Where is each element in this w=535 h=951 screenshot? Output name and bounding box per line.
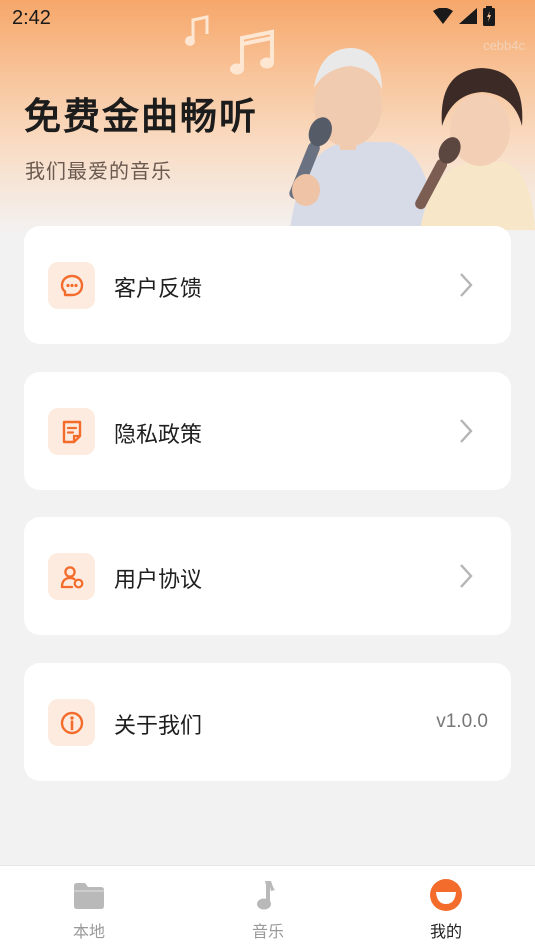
menu-item-privacy-policy[interactable]: 隐私政策 [24, 372, 511, 490]
status-bar: 2:42 [0, 0, 535, 36]
menu-item-label: 关于我们 [114, 714, 203, 739]
tab-local[interactable]: 本地 [29, 866, 149, 951]
hero-title: 免费金曲畅听 [24, 95, 258, 138]
tab-label: 本地 [72, 922, 105, 941]
user-settings-icon [48, 553, 95, 600]
chevron-right-icon [460, 419, 473, 443]
app-version: v1.0.0 [436, 711, 488, 732]
menu-item-feedback[interactable]: 客户反馈 [24, 226, 511, 344]
bottom-tab-bar: 本地 音乐 我的 [0, 865, 535, 951]
tab-music[interactable]: 音乐 [208, 866, 328, 951]
tab-label: 音乐 [251, 922, 284, 941]
chevron-right-icon [460, 564, 473, 588]
menu-item-about-us[interactable]: 关于我们 v1.0.0 [24, 663, 511, 781]
hero-banner: 2:42 cebb4c 免费金曲畅听 我们最爱的音乐 [0, 0, 535, 235]
battery-icon [483, 6, 495, 26]
folder-icon [74, 883, 104, 909]
wifi-icon [433, 8, 453, 24]
hero-subtitle: 我们最爱的音乐 [25, 159, 172, 183]
cellular-signal-icon [459, 8, 477, 24]
watermark-text: cebb4c [483, 38, 525, 53]
menu-item-label: 客户反馈 [114, 277, 203, 302]
chat-bubble-icon [48, 262, 95, 309]
tab-mine[interactable]: 我的 [386, 866, 506, 951]
status-icons [433, 6, 495, 26]
chevron-right-icon [460, 273, 473, 297]
menu-item-label: 用户协议 [114, 568, 203, 593]
document-icon [48, 408, 95, 455]
menu-item-label: 隐私政策 [114, 423, 203, 448]
tab-label: 我的 [429, 922, 462, 941]
info-icon [48, 699, 95, 746]
music-note-icon [257, 881, 275, 910]
singing-couple-illustration [289, 48, 535, 230]
profile-icon [430, 879, 462, 911]
menu-item-user-agreement[interactable]: 用户协议 [24, 517, 511, 635]
status-time: 2:42 [12, 7, 51, 29]
